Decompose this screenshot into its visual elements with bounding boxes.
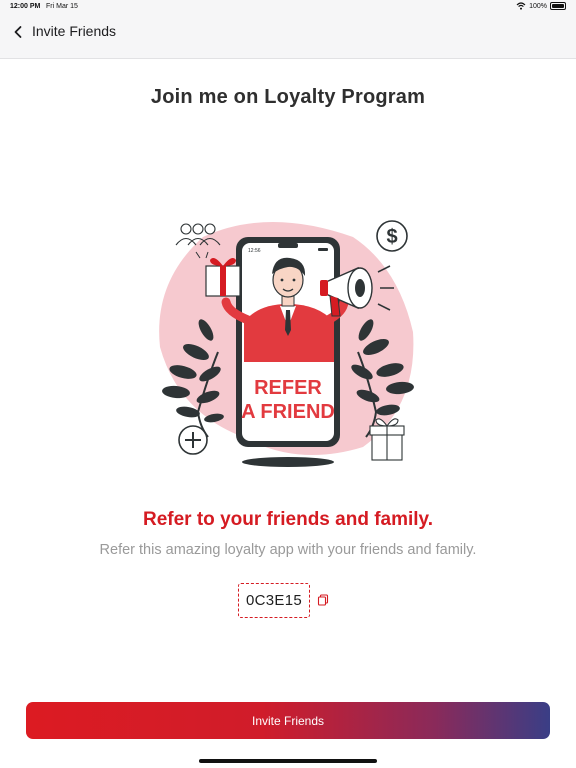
referral-subtext: Refer this amazing loyalty app with your… [99,542,477,558]
nav-title: Invite Friends [32,23,117,39]
copy-icon[interactable] [316,593,330,607]
status-bar: 12:00 PM Fri Mar 15 100% [0,0,576,14]
home-indicator [199,759,377,763]
phone-time: 12:56 [248,248,261,254]
refer-a-friend-illustration: 12:56 REFER A FRIEND $ [159,220,414,467]
referral-code-box[interactable]: 0C3E15 [238,583,310,618]
invite-friends-button[interactable]: Invite Friends [26,702,550,739]
phone-shadow [242,457,334,467]
nav-bar: Invite Friends [0,14,576,59]
status-time: 12:00 PM [10,3,41,10]
dollar-coin-icon: $ [376,220,408,252]
chevron-left-icon[interactable] [8,22,28,42]
status-indicators: 100% [516,2,566,10]
referral-code: 0C3E15 [245,592,302,609]
wifi-icon [516,2,526,10]
battery-percent: 100% [529,2,547,10]
badge-line-1: REFER [254,377,322,399]
svg-text:$: $ [386,226,397,248]
badge-line-2: A FRIEND [241,401,335,423]
referral-headline: Refer to your friends and family. [143,509,433,530]
plus-circle-icon [178,425,208,455]
page-heading: Join me on Loyalty Program [150,86,426,108]
status-date: Fri Mar 15 [46,3,78,10]
battery-icon [550,2,566,10]
